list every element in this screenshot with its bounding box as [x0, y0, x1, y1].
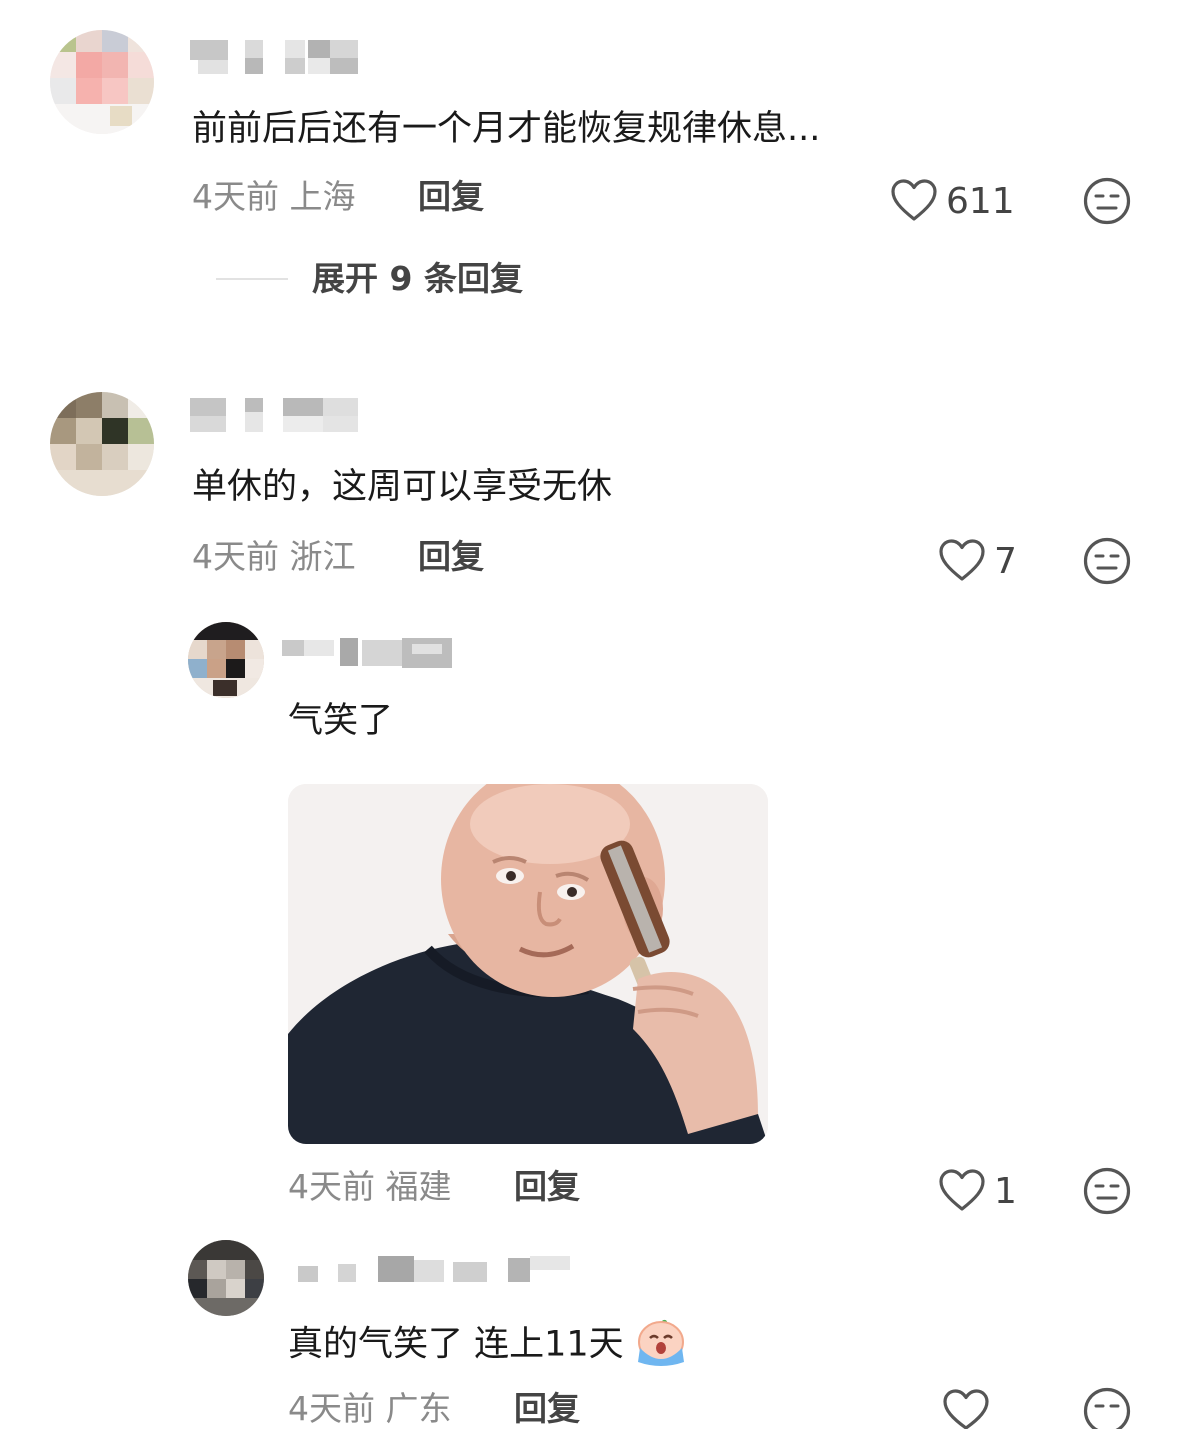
unamused-face-icon — [1082, 1387, 1132, 1433]
like-button[interactable]: 1 — [938, 1168, 1017, 1216]
avatar[interactable] — [188, 1240, 264, 1316]
username-blurred[interactable] — [190, 38, 360, 80]
like-count: 7 — [994, 541, 1017, 582]
username-blurred[interactable] — [190, 396, 360, 438]
reply-button[interactable]: 回复 — [514, 1170, 580, 1203]
reply-text: 真的气笑了 连上11天 — [288, 1318, 688, 1373]
reply-button[interactable]: 回复 — [418, 540, 484, 573]
reply-button[interactable]: 回复 — [514, 1392, 580, 1425]
reply-location: 福建 — [385, 1167, 452, 1206]
comment-time: 4天前 — [192, 177, 279, 216]
unamused-face-icon — [1082, 1167, 1132, 1220]
heart-icon — [890, 178, 938, 226]
comment-meta: 4天前 上海 — [192, 180, 356, 213]
comment-time: 4天前 — [192, 537, 279, 576]
heart-icon — [942, 1388, 990, 1433]
reply-location: 广东 — [385, 1389, 452, 1428]
divider — [216, 278, 288, 280]
expand-replies-button[interactable]: 展开 9 条回复 — [312, 262, 523, 295]
reply-text: 气笑了 — [288, 701, 394, 741]
username-blurred[interactable] — [282, 634, 457, 674]
reply-text-content: 真的气笑了 连上11天 — [288, 1324, 624, 1365]
unamused-face-icon — [1082, 177, 1132, 230]
reply-time: 4天前 — [288, 1389, 375, 1428]
heart-icon — [938, 1168, 986, 1216]
dislike-button[interactable] — [1082, 536, 1132, 590]
reply-button[interactable]: 回复 — [418, 180, 484, 213]
bald-man-brushing-head-sticker[interactable] — [288, 784, 768, 1144]
reply-meta: 4天前 福建 — [288, 1170, 452, 1203]
heart-icon — [938, 538, 986, 586]
avatar[interactable] — [188, 622, 264, 698]
reply-time: 4天前 — [288, 1167, 375, 1206]
like-button[interactable]: 611 — [890, 178, 1015, 226]
like-button[interactable]: 7 — [938, 538, 1017, 586]
like-count: 611 — [946, 181, 1015, 222]
avatar[interactable] — [50, 30, 154, 134]
comment-location: 浙江 — [289, 537, 356, 576]
comment-location: 上海 — [289, 177, 356, 216]
dislike-button[interactable] — [1082, 1386, 1132, 1433]
comment-text: 单休的，这周可以享受无休 — [192, 467, 613, 507]
unamused-face-icon — [1082, 537, 1132, 590]
reply-meta: 4天前 广东 — [288, 1392, 452, 1425]
avatar[interactable] — [50, 392, 154, 496]
dislike-button[interactable] — [1082, 1166, 1132, 1220]
comment-meta: 4天前 浙江 — [192, 540, 356, 573]
comment-text: 前前后后还有一个月才能恢复规律休息... — [192, 109, 821, 149]
crying-emoji-icon — [634, 1318, 688, 1373]
like-count: 1 — [994, 1171, 1017, 1212]
dislike-button[interactable] — [1082, 176, 1132, 230]
username-blurred[interactable] — [298, 1252, 578, 1290]
like-button[interactable] — [942, 1388, 998, 1433]
